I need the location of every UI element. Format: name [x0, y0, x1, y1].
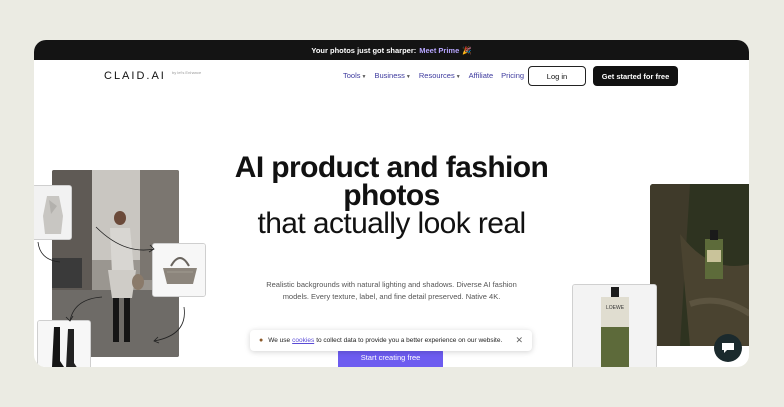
logo-subtitle: by let's Enhance: [172, 70, 202, 75]
curved-arrow-icon: [153, 306, 185, 344]
dress-thumbnail: [34, 185, 72, 240]
cookie-text-suffix: to collect data to provide you a better …: [316, 337, 503, 344]
svg-text:LOEWE: LOEWE: [606, 305, 625, 311]
perfume-forest-photo: [650, 184, 749, 346]
nav-item-business[interactable]: Business▼: [374, 71, 410, 80]
chat-icon: [722, 343, 734, 353]
nav-item-resources[interactable]: Resources▼: [419, 71, 461, 80]
chevron-down-icon: ▼: [455, 74, 461, 80]
chevron-down-icon: ▼: [361, 74, 367, 80]
curved-arrow-icon: [95, 226, 155, 253]
perfume-bottle-photo: LOEWE: [572, 284, 657, 367]
chat-button[interactable]: [714, 334, 742, 362]
top-nav: CLAID.AI by let's Enhance Tools▼ Busines…: [34, 60, 749, 94]
party-icon: 🎉: [462, 45, 472, 55]
cookie-icon: ●: [259, 337, 264, 344]
get-started-button[interactable]: Get started for free: [593, 66, 678, 86]
nav-item-label: Tools: [343, 71, 361, 80]
cookies-link[interactable]: cookies: [292, 337, 314, 344]
nav-item-label: Resources: [418, 71, 455, 80]
nav-menu: Tools▼ Business▼ Resources▼ Affiliate Pr…: [343, 71, 524, 80]
announcement-text: Your photos just got sharper:: [311, 45, 417, 55]
hero-title: AI product and fashion photos that actua…: [234, 151, 549, 240]
nav-item-label: Business: [374, 71, 405, 80]
nav-item-tools[interactable]: Tools▼: [343, 71, 366, 80]
hero-title-bold: AI product and fashion photos: [234, 151, 549, 212]
announcement-bar[interactable]: Your photos just got sharper: Meet Prime…: [34, 40, 749, 60]
hero-title-light: that actually look real: [257, 207, 526, 240]
nav-item-affiliate[interactable]: Affiliate: [469, 71, 493, 80]
hero-subtitle: Realistic backgrounds with natural light…: [266, 280, 517, 301]
login-button[interactable]: Log in: [528, 66, 586, 86]
nav-item-pricing[interactable]: Pricing: [501, 71, 524, 80]
curved-arrow-icon: [65, 296, 103, 322]
chevron-down-icon: ▼: [405, 74, 411, 80]
logo[interactable]: CLAID.AI: [104, 70, 166, 82]
browser-frame: Your photos just got sharper: Meet Prime…: [34, 40, 749, 367]
cookie-banner: ● We use cookies to collect data to prov…: [250, 330, 532, 351]
curved-arrow-icon: [37, 241, 61, 263]
boots-thumbnail: [37, 320, 91, 367]
close-icon[interactable]: ✕: [515, 335, 523, 346]
announcement-link[interactable]: Meet Prime: [419, 46, 459, 55]
cookie-text-prefix: We use: [268, 337, 291, 344]
